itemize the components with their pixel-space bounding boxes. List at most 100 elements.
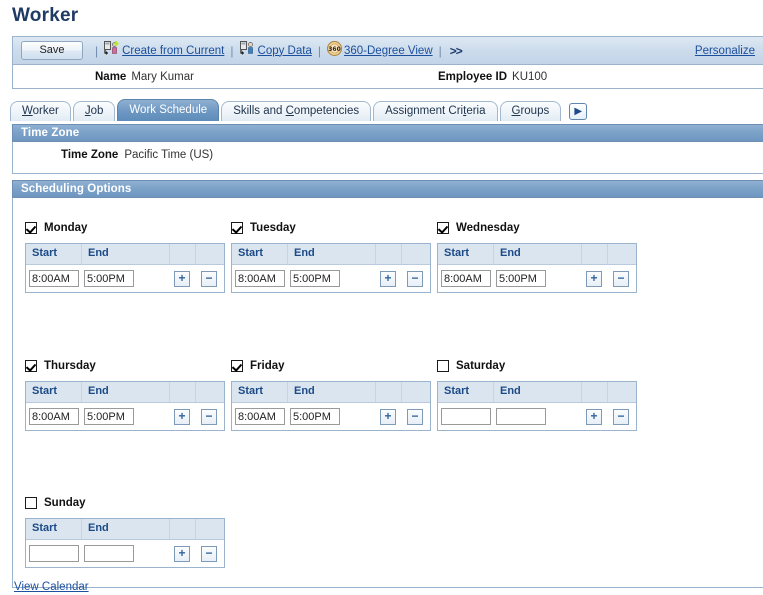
toolbar-separator-4: |	[438, 43, 442, 58]
time-zone-label: Time Zone	[61, 149, 119, 161]
checkbox-thursday[interactable]	[25, 360, 37, 372]
toolbar-separator-1: |	[95, 43, 99, 58]
checkbox-tuesday[interactable]	[231, 222, 243, 234]
start-time-input-monday[interactable]	[29, 270, 79, 287]
start-time-input-wednesday[interactable]	[441, 270, 491, 287]
plus-icon[interactable]: +	[174, 545, 190, 562]
create-from-current-item[interactable]: Create from Current	[104, 40, 224, 61]
minus-icon[interactable]: −	[201, 408, 217, 425]
grid-header-row: Start End	[26, 382, 224, 403]
tab-work-schedule[interactable]: Work Schedule	[117, 99, 220, 121]
day-label-saturday: Saturday	[456, 360, 506, 372]
grid-header-row: Start End	[26, 519, 224, 540]
start-cell	[26, 270, 82, 287]
start-cell	[232, 408, 288, 425]
day-label-wednesday: Wednesday	[456, 222, 520, 234]
create-from-current-link[interactable]: Create from Current	[122, 45, 224, 57]
personalize-link[interactable]: Personalize	[695, 45, 755, 57]
end-time-input-saturday[interactable]	[496, 408, 546, 425]
next-arrow-icon[interactable]: ▶	[569, 103, 588, 120]
identity-bar: Name Mary Kumar Employee ID KU100	[12, 64, 763, 89]
plus-icon[interactable]: +	[174, 270, 190, 287]
minus-icon[interactable]: −	[613, 270, 629, 287]
minus-icon[interactable]: −	[201, 270, 217, 287]
checkbox-friday[interactable]	[231, 360, 243, 372]
grid-header-remove	[196, 244, 224, 264]
minus-icon[interactable]: −	[407, 270, 423, 287]
tab-worker[interactable]: Worker	[10, 101, 71, 121]
grid-header-add	[170, 382, 196, 402]
tab-assignment-criteria[interactable]: Assignment Criteria	[373, 101, 498, 121]
checkbox-saturday[interactable]	[437, 360, 449, 372]
360-degree-view-link[interactable]: 360-Degree View	[344, 45, 433, 57]
start-time-input-saturday[interactable]	[441, 408, 491, 425]
svg-text:360: 360	[328, 46, 341, 53]
grid-header-add	[170, 519, 196, 539]
checkbox-monday[interactable]	[25, 222, 37, 234]
employee-id-label: Employee ID	[438, 70, 508, 83]
remove-cell: −	[402, 408, 430, 425]
remove-cell: −	[196, 545, 224, 562]
save-button[interactable]: Save	[21, 41, 83, 60]
end-time-input-tuesday[interactable]	[290, 270, 340, 287]
day-header-monday: Monday	[25, 220, 225, 236]
tab-skills-and-competencies[interactable]: Skills and Competencies	[221, 101, 372, 121]
tab-bar: Worker Job Work Schedule Skills and Comp…	[10, 98, 588, 121]
table-row: + −	[438, 403, 636, 430]
end-time-input-wednesday[interactable]	[496, 270, 546, 287]
day-block-wednesday: Wednesday Start End 8:00AM 5:00PM + −	[437, 220, 637, 293]
plus-icon[interactable]: +	[174, 408, 190, 425]
time-zone-panel: Time Zone Time Zone Pacific Time (US)	[12, 124, 763, 174]
name-value: Mary Kumar	[131, 70, 194, 83]
grid-header-remove	[402, 382, 430, 402]
grid-header-end: End	[288, 382, 376, 402]
tab-job-label: ob	[90, 105, 104, 117]
schedule-grid-tuesday: Start End +	[231, 243, 431, 293]
remove-cell: −	[608, 408, 636, 425]
grid-header-start: Start	[26, 519, 82, 539]
day-header-wednesday: Wednesday	[437, 220, 637, 236]
time-zone-field: Time Zone Pacific Time (US)	[13, 142, 763, 161]
grid-header-add	[582, 382, 608, 402]
360-icon: 360	[326, 40, 342, 61]
copy-data-link[interactable]: Copy Data	[258, 45, 312, 57]
view-calendar-link[interactable]: View Calendar	[14, 581, 89, 593]
person-add-icon	[104, 40, 120, 61]
plus-icon[interactable]: +	[586, 270, 602, 287]
table-row: + −	[26, 403, 224, 430]
plus-icon[interactable]: +	[380, 408, 396, 425]
copy-data-item[interactable]: Copy Data	[239, 40, 312, 61]
grid-header-row: Start End	[232, 244, 430, 265]
start-time-input-sunday[interactable]	[29, 545, 79, 562]
tab-job[interactable]: Job	[72, 101, 116, 121]
start-time-input-friday[interactable]	[235, 408, 285, 425]
more-actions-button[interactable]: >>	[450, 44, 463, 58]
day-block-sunday: Sunday Start End + −	[25, 495, 225, 568]
grid-header-remove	[196, 382, 224, 402]
schedule-grid-friday: Start End +	[231, 381, 431, 431]
minus-icon[interactable]: −	[613, 408, 629, 425]
minus-icon[interactable]: −	[407, 408, 423, 425]
plus-icon[interactable]: +	[380, 270, 396, 287]
checkbox-wednesday[interactable]	[437, 222, 449, 234]
end-cell	[288, 408, 376, 425]
end-time-input-sunday[interactable]	[84, 545, 134, 562]
360-degree-view-item[interactable]: 360 360-Degree View	[326, 40, 433, 61]
plus-icon[interactable]: +	[586, 408, 602, 425]
day-block-friday: Friday Start End 8:00AM 5:00PM + −	[231, 358, 431, 431]
end-time-input-friday[interactable]	[290, 408, 340, 425]
minus-icon[interactable]: −	[201, 545, 217, 562]
grid-header-row: Start End	[438, 244, 636, 265]
end-time-input-thursday[interactable]	[84, 408, 134, 425]
start-time-input-thursday[interactable]	[29, 408, 79, 425]
add-cell: +	[170, 408, 196, 425]
end-time-input-monday[interactable]	[84, 270, 134, 287]
grid-header-end: End	[82, 244, 170, 264]
start-time-input-tuesday[interactable]	[235, 270, 285, 287]
schedule-grid-monday: Start End +	[25, 243, 225, 293]
tab-groups[interactable]: Groups	[499, 101, 562, 121]
table-row: + −	[26, 540, 224, 567]
checkbox-sunday[interactable]	[25, 497, 37, 509]
scheduling-options-panel: Scheduling Options Monday Start End 8:00…	[12, 180, 763, 588]
remove-cell: −	[196, 408, 224, 425]
